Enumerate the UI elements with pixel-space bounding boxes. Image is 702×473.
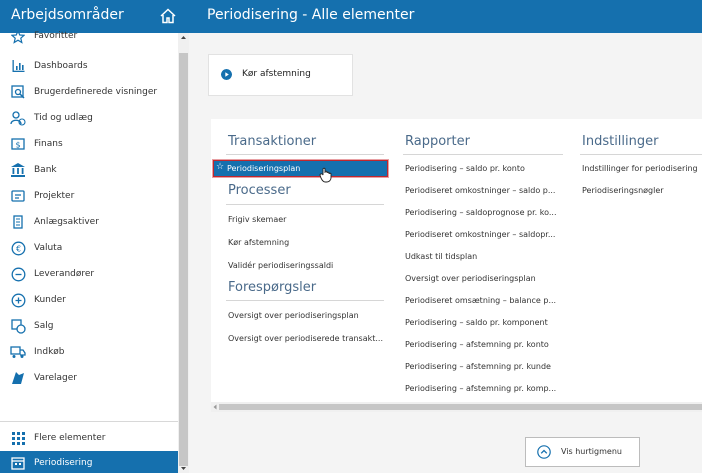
section-title-indstillinger: Indstillinger	[582, 134, 659, 149]
link-koer-afstemning[interactable]: Kør afstemning	[228, 238, 289, 247]
chevron-up-circle-icon	[537, 445, 551, 459]
report-link[interactable]: Periodiseret omkostninger – saldopr...	[405, 230, 555, 239]
sidebar-item-leverandoerer[interactable]: Leverandører	[0, 261, 178, 287]
sidebar-item-label: Salg	[34, 321, 54, 331]
section-title-transaktioner: Transaktioner	[228, 134, 317, 149]
sidebar-item-dashboards[interactable]: Dashboards	[0, 53, 178, 79]
settings-link[interactable]: Periodiseringsnøgler	[582, 186, 664, 195]
sidebar-item-label: Flere elementer	[34, 433, 106, 443]
sidebar-item-anlaegsaktiver[interactable]: Anlægsaktiver	[0, 209, 178, 235]
sidebar-item-label: Periodisering	[34, 458, 93, 468]
sidebar-item-salg[interactable]: Salg	[0, 313, 178, 339]
page-title: Periodisering - Alle elementer	[207, 7, 415, 23]
report-link[interactable]: Periodisering – afstemning pr. kunde	[405, 362, 551, 371]
sidebar-item-kunder[interactable]: Kunder	[0, 287, 178, 313]
favorite-star-icon[interactable]: ☆	[216, 162, 224, 172]
sidebar-item-flere-elementer[interactable]: Flere elementer	[0, 425, 178, 451]
sidebar-item-valuta[interactable]: € Valuta	[0, 235, 178, 261]
link-frigiv-skemaer[interactable]: Frigiv skemaer	[228, 215, 286, 224]
report-link[interactable]: Udkast til tidsplan	[405, 252, 477, 261]
sidebar-item-label: Indkøb	[34, 347, 65, 357]
custom-view-icon	[10, 84, 26, 100]
currency-icon: €	[10, 240, 26, 256]
bar-chart-icon	[10, 58, 26, 74]
grid-dots-icon	[10, 430, 26, 446]
sidebar-item-label: Valuta	[34, 243, 63, 253]
report-link[interactable]: Periodisering – afstemning pr. konto	[405, 340, 549, 349]
settings-link[interactable]: Indstillinger for periodisering	[582, 164, 698, 173]
bank-icon	[10, 162, 26, 178]
section-divider	[226, 154, 384, 155]
section-divider	[226, 300, 384, 301]
svg-text:$: $	[15, 141, 20, 150]
scroll-up-arrow-icon[interactable]	[178, 33, 189, 43]
section-divider	[580, 154, 702, 155]
sidebar-item-label: Anlægsaktiver	[34, 217, 99, 227]
section-title-forespoergsler: Forespørgsler	[228, 280, 317, 295]
workspaces-title: Arbejdsområder	[11, 7, 124, 23]
link-label: Periodiseringsplan	[227, 164, 301, 173]
report-link[interactable]: Periodiseret omkostninger – saldo p...	[405, 186, 555, 195]
report-link[interactable]: Periodisering – afstemning pr. komp...	[405, 384, 556, 393]
sidebar-item-tid-og-udlaeg[interactable]: Tid og udlæg	[0, 105, 178, 131]
sidebar-scrollbar-thumb[interactable]	[179, 53, 188, 466]
link-oversigt-periodiserede-transaktioner[interactable]: Oversigt over periodiserede transakt...	[228, 334, 383, 343]
tile-label: Kør afstemning	[242, 69, 311, 79]
purchase-icon	[10, 344, 26, 360]
plus-circle-icon	[10, 292, 26, 308]
sidebar-item-finans[interactable]: $ Finans	[0, 131, 178, 157]
report-link[interactable]: Periodisering – saldoprognose pr. ko...	[405, 208, 556, 217]
star-icon	[10, 29, 26, 45]
sidebar-item-favoritter[interactable]: Favoritter	[0, 28, 178, 46]
link-oversigt-periodiseringsplan[interactable]: Oversigt over periodiseringsplan	[228, 311, 359, 320]
minus-circle-icon	[10, 266, 26, 282]
panel-scrollbar-thumb[interactable]	[219, 404, 702, 410]
section-title-processer: Processer	[228, 183, 291, 198]
sidebar-item-varelager[interactable]: Varelager	[0, 365, 178, 391]
inventory-icon	[10, 370, 26, 386]
sidebar-item-bank[interactable]: Bank	[0, 157, 178, 183]
report-link[interactable]: Oversigt over periodiseringsplan	[405, 274, 536, 283]
section-divider	[226, 204, 384, 205]
sidebar-item-indkoeb[interactable]: Indkøb	[0, 339, 178, 365]
sidebar-item-label: Kunder	[34, 295, 66, 305]
calendar-icon	[10, 455, 26, 471]
fixed-assets-icon	[10, 214, 26, 230]
quick-menu-label: Vis hurtigmenu	[561, 447, 622, 456]
report-link[interactable]: Periodiseret omsætning – balance p...	[405, 296, 556, 305]
report-link[interactable]: Periodisering – saldo pr. konto	[405, 164, 525, 173]
link-valider-periodiseringssaldi[interactable]: Validér periodiseringssaldi	[228, 261, 333, 270]
home-icon[interactable]	[159, 7, 177, 25]
play-icon	[221, 69, 232, 80]
sidebar-item-label: Leverandører	[34, 269, 95, 279]
sidebar-item-label: Varelager	[34, 373, 77, 383]
scroll-down-arrow-icon[interactable]	[178, 463, 189, 473]
workspace-sidebar: Favoritter Dashboards Brugerdefinerede v…	[0, 30, 178, 473]
time-expense-icon	[10, 110, 26, 126]
finance-icon: $	[10, 136, 26, 152]
section-divider	[403, 154, 563, 155]
sidebar-item-label: Tid og udlæg	[34, 113, 93, 123]
hand-cursor-icon	[319, 167, 332, 183]
scroll-left-arrow-icon[interactable]	[212, 403, 218, 411]
projects-icon	[10, 188, 26, 204]
report-link[interactable]: Periodisering – saldo pr. komponent	[405, 318, 548, 327]
sidebar-item-label: Finans	[34, 139, 63, 149]
sidebar-item-projekter[interactable]: Projekter	[0, 183, 178, 209]
svg-text:€: €	[15, 244, 20, 253]
sidebar-item-periodisering[interactable]: Periodisering	[0, 451, 178, 473]
sales-icon	[10, 318, 26, 334]
sidebar-item-label: Dashboards	[34, 61, 88, 71]
sidebar-item-label: Brugerdefinerede visninger	[34, 87, 158, 97]
sidebar-divider	[0, 421, 178, 422]
section-title-rapporter: Rapporter	[405, 134, 470, 149]
sidebar-item-brugerdefinerede-visninger[interactable]: Brugerdefinerede visninger	[0, 79, 178, 105]
sidebar-item-label: Favoritter	[34, 31, 78, 41]
sidebar-item-label: Bank	[34, 165, 57, 175]
sidebar-item-label: Projekter	[34, 191, 75, 201]
